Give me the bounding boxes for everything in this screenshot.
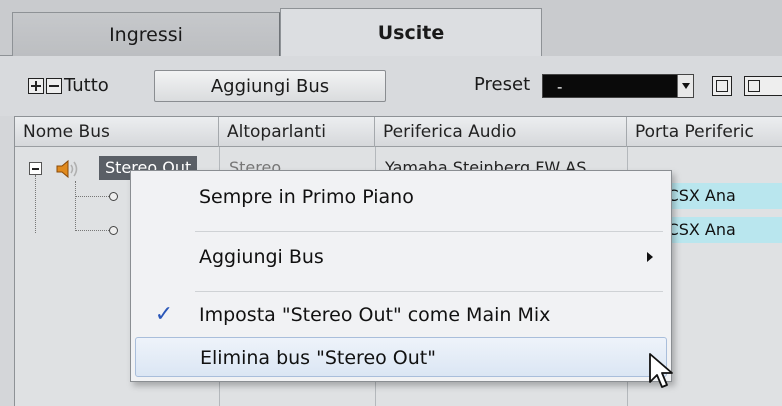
- context-menu: Sempre in Primo Piano Aggiungi Bus ✓ Imp…: [130, 170, 672, 382]
- checkmark-icon: ✓: [154, 302, 174, 327]
- channel-node-icon: [109, 226, 118, 235]
- header-periferica-audio[interactable]: Periferica Audio: [375, 117, 627, 147]
- channel-node-icon: [109, 192, 118, 201]
- menu-item-label: Elimina bus "Stereo Out": [200, 347, 436, 369]
- menu-item-always-on-top[interactable]: Sempre in Primo Piano: [135, 177, 667, 217]
- preset-label: Preset: [474, 74, 531, 95]
- tab-ingressi-label: Ingressi: [109, 23, 183, 46]
- header-altoparlanti[interactable]: Altoparlanti: [219, 117, 375, 147]
- expand-all-icon[interactable]: [28, 78, 44, 94]
- remove-preset-icon[interactable]: [744, 76, 782, 96]
- menu-separator: [195, 231, 663, 232]
- tab-ingressi[interactable]: Ingressi: [12, 12, 280, 56]
- preset-value: -: [557, 78, 563, 96]
- menu-item-delete-bus[interactable]: Elimina bus "Stereo Out": [135, 337, 667, 377]
- add-bus-button[interactable]: Aggiungi Bus: [154, 70, 386, 102]
- tab-bar-empty: [542, 12, 782, 56]
- menu-item-label: Sempre in Primo Piano: [199, 186, 414, 208]
- menu-separator: [195, 291, 663, 292]
- preset-select[interactable]: -: [542, 74, 694, 98]
- toolbar: Tutto Aggiungi Bus Preset -: [0, 56, 782, 116]
- submenu-arrow-icon: [647, 252, 653, 262]
- tab-uscite[interactable]: Uscite: [280, 8, 542, 57]
- collapse-all-icon[interactable]: [46, 78, 62, 94]
- mouse-cursor-icon: [649, 353, 673, 388]
- menu-item-set-main-mix[interactable]: ✓ Imposta "Stereo Out" come Main Mix: [135, 295, 667, 335]
- menu-item-label: Aggiungi Bus: [199, 246, 324, 268]
- header-porta-periferica[interactable]: Porta Periferic: [627, 117, 782, 147]
- store-preset-icon[interactable]: [712, 76, 732, 96]
- menu-item-add-bus[interactable]: Aggiungi Bus: [135, 237, 667, 277]
- expand-collapse-controls: [28, 78, 62, 94]
- chevron-down-icon[interactable]: [677, 75, 693, 97]
- tab-bar: Ingressi Uscite: [0, 0, 782, 57]
- speaker-icon: [56, 159, 78, 179]
- menu-item-label: Imposta "Stereo Out" come Main Mix: [199, 304, 551, 326]
- collapse-icon[interactable]: [29, 162, 42, 175]
- tab-uscite-label: Uscite: [377, 22, 445, 44]
- tutto-label: Tutto: [64, 75, 109, 96]
- header-nome-bus[interactable]: Nome Bus: [15, 117, 219, 147]
- table-header: Nome Bus Altoparlanti Periferica Audio P…: [15, 117, 782, 147]
